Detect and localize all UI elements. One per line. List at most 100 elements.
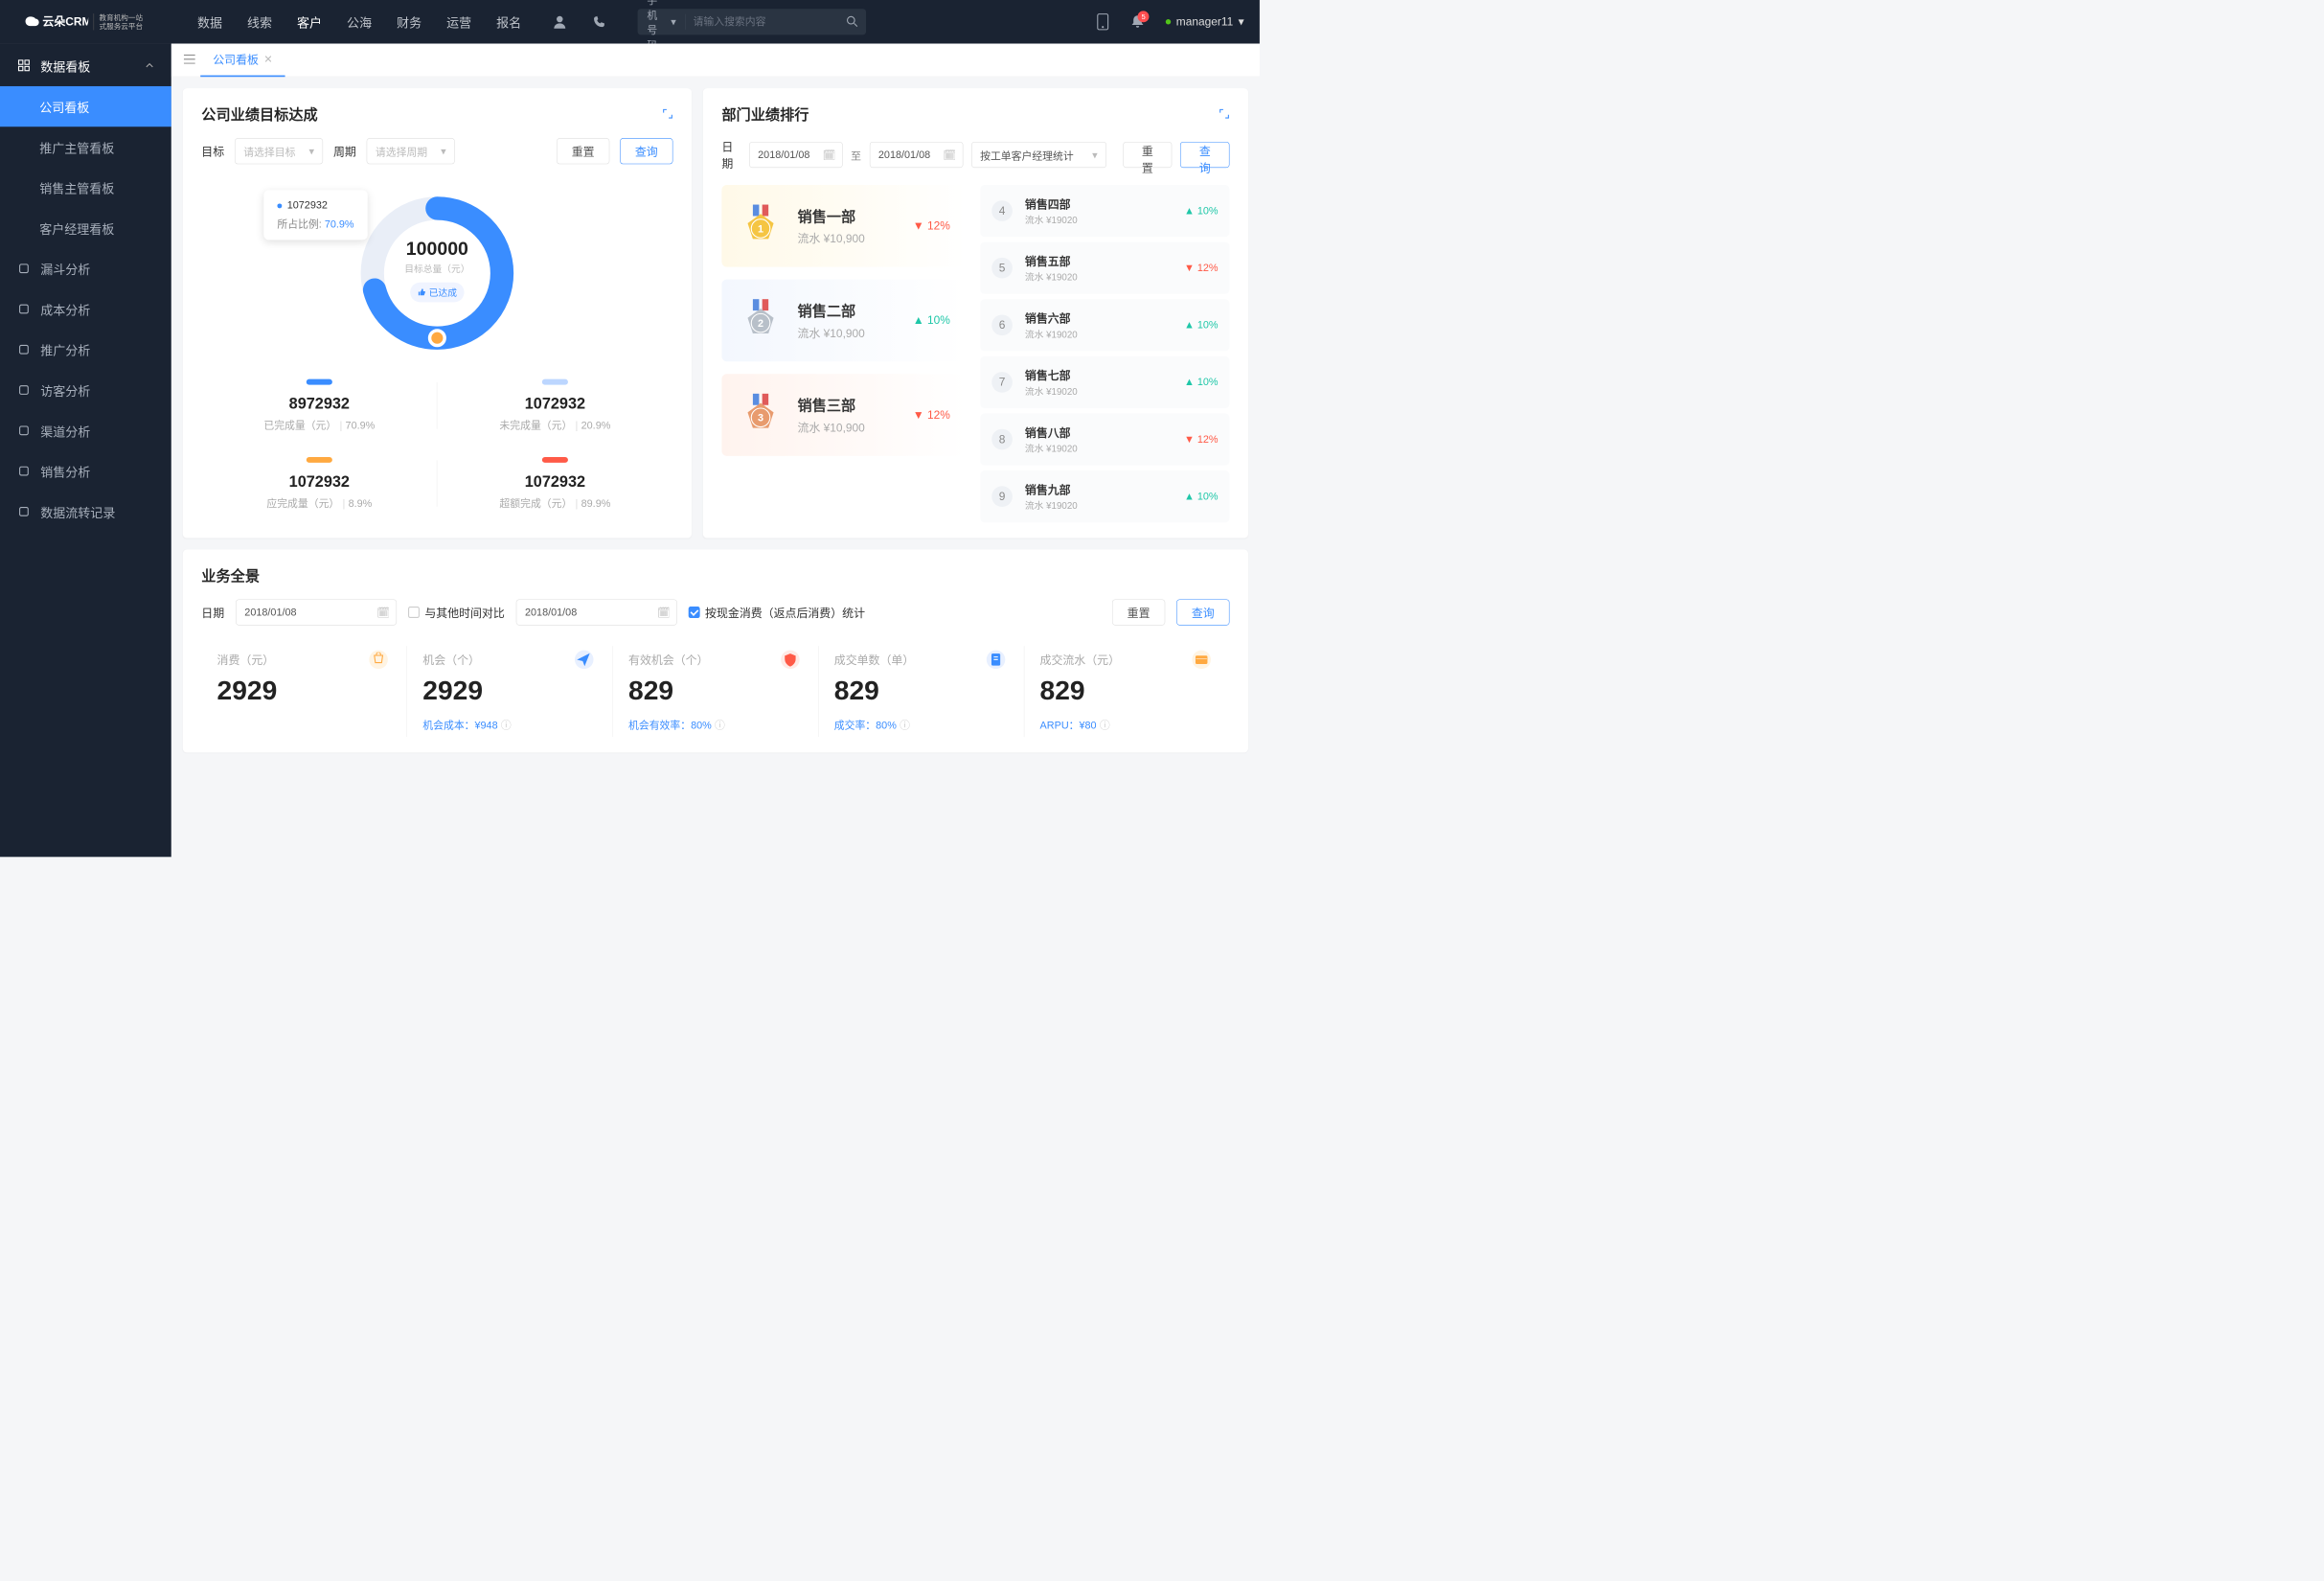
goal-stat: 1072932应完成量（元）|8.9% (201, 445, 437, 522)
medal-icon: 3 (738, 392, 785, 439)
cash-checkbox[interactable]: 按现金消费（返点后消费）统计 (689, 604, 865, 620)
user-menu[interactable]: manager11 ▾ (1166, 15, 1244, 29)
topnav-item[interactable]: 客户 (297, 12, 322, 31)
expand-button[interactable] (663, 108, 673, 120)
rank-list-item[interactable]: 8销售八部流水 ¥19020▼ 12% (980, 413, 1229, 465)
search-icon (846, 15, 857, 27)
topnav-item[interactable]: 报名 (496, 12, 521, 31)
topnav-item[interactable]: 线索 (247, 12, 272, 31)
filter-icon (17, 263, 30, 275)
calendar-icon: 🗓 (943, 149, 956, 162)
person-icon[interactable] (553, 14, 567, 29)
sidebar-item[interactable]: 公司看板 (0, 86, 171, 126)
main-area: 公司看板 ✕ 公司业绩目标达成 目标 请选择目标▾ 周期 请选择周期▾ 重置 查 (171, 44, 1260, 858)
sidebar-item[interactable]: 销售主管看板 (0, 168, 171, 208)
search-type-select[interactable]: 手机号码▾ (638, 14, 686, 30)
ov-date2-input[interactable]: 2018/01/08🗓 (516, 599, 677, 625)
ov-reset-button[interactable]: 重置 (1112, 599, 1165, 625)
tab-company-board[interactable]: 公司看板 ✕ (200, 44, 285, 77)
ov-date1-input[interactable]: 2018/01/08🗓 (236, 599, 397, 625)
rank-by-select[interactable]: 按工单客户经理统计▾ (971, 142, 1106, 168)
date-from-input[interactable]: 2018/01/08🗓 (749, 142, 843, 168)
sidebar-header-dashboard[interactable]: 数据看板 (0, 45, 171, 86)
search-input[interactable] (686, 16, 838, 28)
rank-top-item[interactable]: 3销售三部流水 ¥10,900▼ 12% (721, 374, 966, 456)
target-select[interactable]: 请选择目标▾ (235, 138, 323, 164)
sidebar-nav-item[interactable]: 数据流转记录 (0, 492, 171, 532)
menu-icon (184, 55, 195, 64)
period-label: 周期 (333, 143, 356, 159)
stat-bar (307, 457, 332, 463)
logo[interactable]: 云朵CRM 教育机构一站式服务云平台 (21, 11, 167, 33)
target-label: 目标 (201, 143, 224, 159)
thumb-icon (418, 288, 426, 297)
chevron-up-icon (146, 61, 154, 70)
sidebar-nav-item[interactable]: 成本分析 (0, 288, 171, 329)
search-button[interactable] (838, 15, 866, 29)
sidebar-nav-item[interactable]: 销售分析 (0, 450, 171, 491)
phone-icon[interactable] (592, 14, 606, 29)
compare-checkbox[interactable]: 与其他时间对比 (408, 604, 505, 620)
rank-pct: ▲ 10% (1184, 319, 1218, 331)
overview-label: 消费（元） (217, 652, 392, 668)
sidebar-nav-item[interactable]: 渠道分析 (0, 410, 171, 450)
rank-top-item[interactable]: 1销售一部流水 ¥10,900▼ 12% (721, 185, 966, 267)
rank-list-item[interactable]: 9销售九部流水 ¥19020▲ 10% (980, 470, 1229, 522)
period-select[interactable]: 请选择周期▾ (367, 138, 455, 164)
rank-amount: 流水 ¥19020 (1025, 213, 1184, 226)
help-icon[interactable]: ⓘ (900, 717, 910, 732)
topnav-item[interactable]: 财务 (397, 12, 422, 31)
goal-stat: 8972932已完成量（元）|70.9% (201, 367, 437, 445)
tab-close-button[interactable]: ✕ (263, 53, 272, 66)
overview-sub: 机会成本：¥948 ⓘ (422, 717, 597, 732)
topnav-item[interactable]: 运营 (446, 12, 471, 31)
expand-button[interactable] (1219, 108, 1230, 120)
sidebar-item[interactable]: 客户经理看板 (0, 208, 171, 248)
topbar: 云朵CRM 教育机构一站式服务云平台 数据线索客户公海财务运营报名 手机号码▾ … (0, 0, 1260, 44)
goal-query-button[interactable]: 查询 (620, 138, 672, 164)
overview-label: 成交流水（元） (1040, 652, 1215, 668)
topnav-item[interactable]: 公海 (347, 12, 372, 31)
date-to-input[interactable]: 2018/01/08🗓 (870, 142, 964, 168)
goal-stats: 8972932已完成量（元）|70.9%1072932未完成量（元）|20.9%… (201, 367, 672, 523)
help-icon[interactable]: ⓘ (1100, 717, 1110, 732)
hamburger-button[interactable] (178, 49, 200, 70)
rank-number: 5 (991, 258, 1013, 279)
ov-query-button[interactable]: 查询 (1176, 599, 1229, 625)
rank-number: 8 (991, 429, 1013, 450)
rank-reset-button[interactable]: 重置 (1123, 142, 1172, 168)
tab-label: 公司看板 (213, 51, 259, 67)
rank-list-item[interactable]: 5销售五部流水 ¥19020▼ 12% (980, 242, 1229, 294)
calendar-icon: 🗓 (376, 606, 390, 619)
topnav-item[interactable]: 数据 (197, 12, 222, 31)
notification-button[interactable]: 5 (1130, 13, 1145, 30)
calendar-icon: 🗓 (823, 149, 836, 162)
rank-pct: ▼ 12% (913, 219, 950, 233)
sidebar-item[interactable]: 推广主管看板 (0, 126, 171, 167)
rank-top-item[interactable]: 2销售二部流水 ¥10,900▲ 10% (721, 280, 966, 362)
donut-label: 目标总量（元） (404, 262, 469, 275)
goal-filters: 目标 请选择目标▾ 周期 请选择周期▾ 重置 查询 (201, 138, 672, 164)
rank-name: 销售九部 (1025, 481, 1184, 497)
sidebar-nav-item[interactable]: 访客分析 (0, 370, 171, 410)
rank-list-item[interactable]: 7销售七部流水 ¥19020▲ 10% (980, 356, 1229, 408)
mobile-icon[interactable] (1096, 13, 1109, 31)
goal-reset-button[interactable]: 重置 (557, 138, 609, 164)
rank-amount: 流水 ¥19020 (1025, 327, 1184, 340)
top-nav: 数据 线索 客户 公海 财务 运营 报名 (197, 12, 521, 31)
rank-list-item[interactable]: 4销售四部流水 ¥19020▲ 10% (980, 185, 1229, 237)
overview-sub: 机会有效率：80% ⓘ (628, 717, 803, 732)
sidebar-nav-item[interactable]: 漏斗分析 (0, 248, 171, 288)
sidebar-nav-item[interactable]: 推广分析 (0, 330, 171, 370)
help-icon[interactable]: ⓘ (501, 717, 512, 732)
goal-stat: 1072932超额完成（元）|89.9% (437, 445, 672, 522)
rank-name: 销售一部 (798, 206, 913, 227)
rank-list-item[interactable]: 6销售六部流水 ¥19020▲ 10% (980, 299, 1229, 351)
rank-pct: ▼ 12% (1184, 262, 1218, 273)
help-icon[interactable]: ⓘ (715, 717, 725, 732)
rank-pct: ▲ 10% (1184, 377, 1218, 388)
rank-query-button[interactable]: 查询 (1180, 142, 1229, 168)
rank-amount: 流水 ¥10,900 (798, 324, 913, 340)
stat-bar (542, 379, 568, 385)
donut-chart: 1072932 所占比例: 70.9% 100000 目标总量（元） 已达成 (201, 180, 672, 367)
